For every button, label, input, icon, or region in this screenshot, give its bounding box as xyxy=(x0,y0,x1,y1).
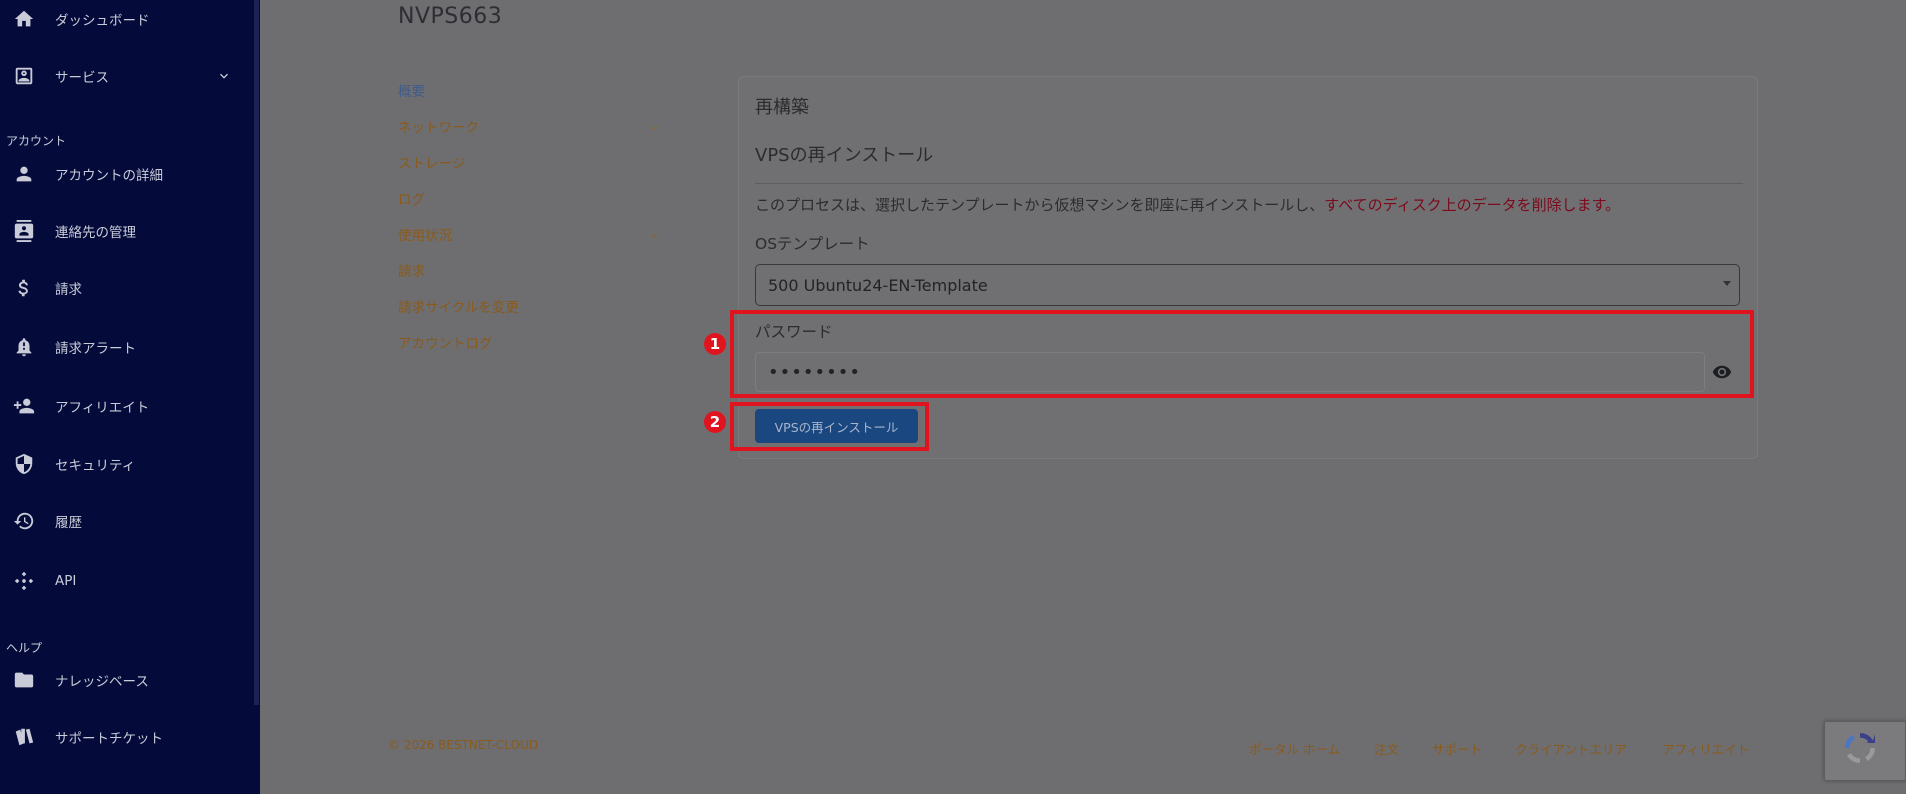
subnav-billing[interactable]: 請求 xyxy=(398,260,425,280)
sidebar-section-account: アカウント xyxy=(6,134,67,148)
sidebar-item-label: 請求アラート xyxy=(55,341,136,357)
sidebar: ダッシュボード サービス アカウント アカウントの詳細 連絡先の管理 請求 請求… xyxy=(0,0,260,794)
sidebar-item-knowledgebase[interactable]: ナレッジベース xyxy=(0,660,254,700)
add-person-icon xyxy=(12,394,36,418)
subnav-storage[interactable]: ストレージ xyxy=(398,152,465,172)
sidebar-item-label: API xyxy=(55,573,77,589)
sidebar-section-help: ヘルプ xyxy=(6,641,43,655)
sidebar-item-label: ダッシュボード xyxy=(55,13,150,29)
sidebar-item-label: 履歴 xyxy=(55,515,82,531)
sidebar-item-history[interactable]: 履歴 xyxy=(0,501,254,541)
footer-link-portal-home[interactable]: ポータル ホーム xyxy=(1249,739,1340,758)
api-icon xyxy=(12,569,36,593)
shield-icon xyxy=(12,452,36,476)
person-icon xyxy=(12,162,36,186)
os-template-label: OSテンプレート xyxy=(755,235,870,253)
dropdown-arrow-icon xyxy=(1723,281,1731,286)
sidebar-item-services[interactable]: サービス xyxy=(0,56,254,96)
card-subtitle: VPSの再インストール xyxy=(755,145,934,166)
sidebar-item-label: サポートチケット xyxy=(55,731,163,747)
history-icon xyxy=(12,509,36,533)
sidebar-item-label: 請求 xyxy=(55,282,82,298)
sidebar-item-label: アフィリエイト xyxy=(55,400,150,416)
footer-link-client-area[interactable]: クライアントエリア xyxy=(1515,739,1627,758)
footer-link-affiliates[interactable]: アフィリエイト xyxy=(1662,739,1749,758)
sidebar-scrollbar[interactable] xyxy=(254,0,259,705)
data-loss-warning: すべてのディスク上のデータを削除します。 xyxy=(1324,196,1621,214)
sidebar-item-dashboard[interactable]: ダッシュボード xyxy=(0,0,254,39)
copyright: © 2026 BESTNET-CLOUD xyxy=(388,738,539,752)
home-icon xyxy=(12,7,36,31)
folder-icon xyxy=(12,668,36,692)
annotation-marker-1: 1 xyxy=(704,333,726,355)
dollar-icon xyxy=(12,276,36,300)
subnav-overview[interactable]: 概要 xyxy=(398,80,425,100)
annotation-marker-2: 2 xyxy=(704,411,726,433)
service-icon xyxy=(12,64,36,88)
sidebar-item-account-details[interactable]: アカウントの詳細 xyxy=(0,154,254,194)
subnav-usage[interactable]: 使用状況 xyxy=(398,224,452,244)
recaptcha-logo-icon xyxy=(1845,733,1875,763)
sidebar-item-label: ナレッジベース xyxy=(55,674,149,690)
chevron-down-icon xyxy=(648,119,660,131)
sidebar-item-api[interactable]: API xyxy=(0,561,254,601)
card-title: 再構築 xyxy=(755,97,809,118)
footer-link-support[interactable]: サポート xyxy=(1432,739,1482,758)
bell-icon xyxy=(12,335,36,359)
sidebar-item-label: アカウントの詳細 xyxy=(55,168,163,184)
page-title: NVPS663 xyxy=(398,4,503,29)
description-text: このプロセスは、選択したテンプレートから仮想マシンを即座に再インストールし、 xyxy=(755,196,1325,214)
sidebar-item-contacts[interactable]: 連絡先の管理 xyxy=(0,211,254,251)
recaptcha-badge[interactable] xyxy=(1824,721,1906,781)
annotation-box-submit xyxy=(730,402,929,451)
chevron-down-icon xyxy=(648,227,660,239)
sidebar-item-support-tickets[interactable]: サポートチケット xyxy=(0,717,254,757)
subnav-account-log[interactable]: アカウントログ xyxy=(398,332,493,352)
sidebar-item-billing[interactable]: 請求 xyxy=(0,268,254,308)
tickets-icon xyxy=(12,725,36,749)
annotation-box-password xyxy=(730,310,1754,398)
footer-link-order[interactable]: 注文 xyxy=(1374,739,1399,758)
sidebar-item-label: 連絡先の管理 xyxy=(55,225,136,241)
os-template-select[interactable]: 500 Ubuntu24-EN-Template xyxy=(755,264,1740,306)
chevron-down-icon xyxy=(216,68,232,84)
contacts-icon xyxy=(12,219,36,243)
sidebar-item-label: セキュリティ xyxy=(55,458,136,474)
sidebar-item-billing-alerts[interactable]: 請求アラート xyxy=(0,327,254,367)
sidebar-item-affiliates[interactable]: アフィリエイト xyxy=(0,386,254,426)
os-template-value: 500 Ubuntu24-EN-Template xyxy=(768,275,988,295)
sidebar-item-label: サービス xyxy=(55,70,109,86)
divider xyxy=(755,183,1743,184)
subnav-network[interactable]: ネットワーク xyxy=(398,116,479,136)
reinstall-description: このプロセスは、選択したテンプレートから仮想マシンを即座に再インストールし、すべ… xyxy=(755,194,1620,215)
subnav-log[interactable]: ログ xyxy=(398,188,425,208)
subnav-change-billing-cycle[interactable]: 請求サイクルを変更 xyxy=(398,296,519,316)
sidebar-item-security[interactable]: セキュリティ xyxy=(0,444,254,484)
